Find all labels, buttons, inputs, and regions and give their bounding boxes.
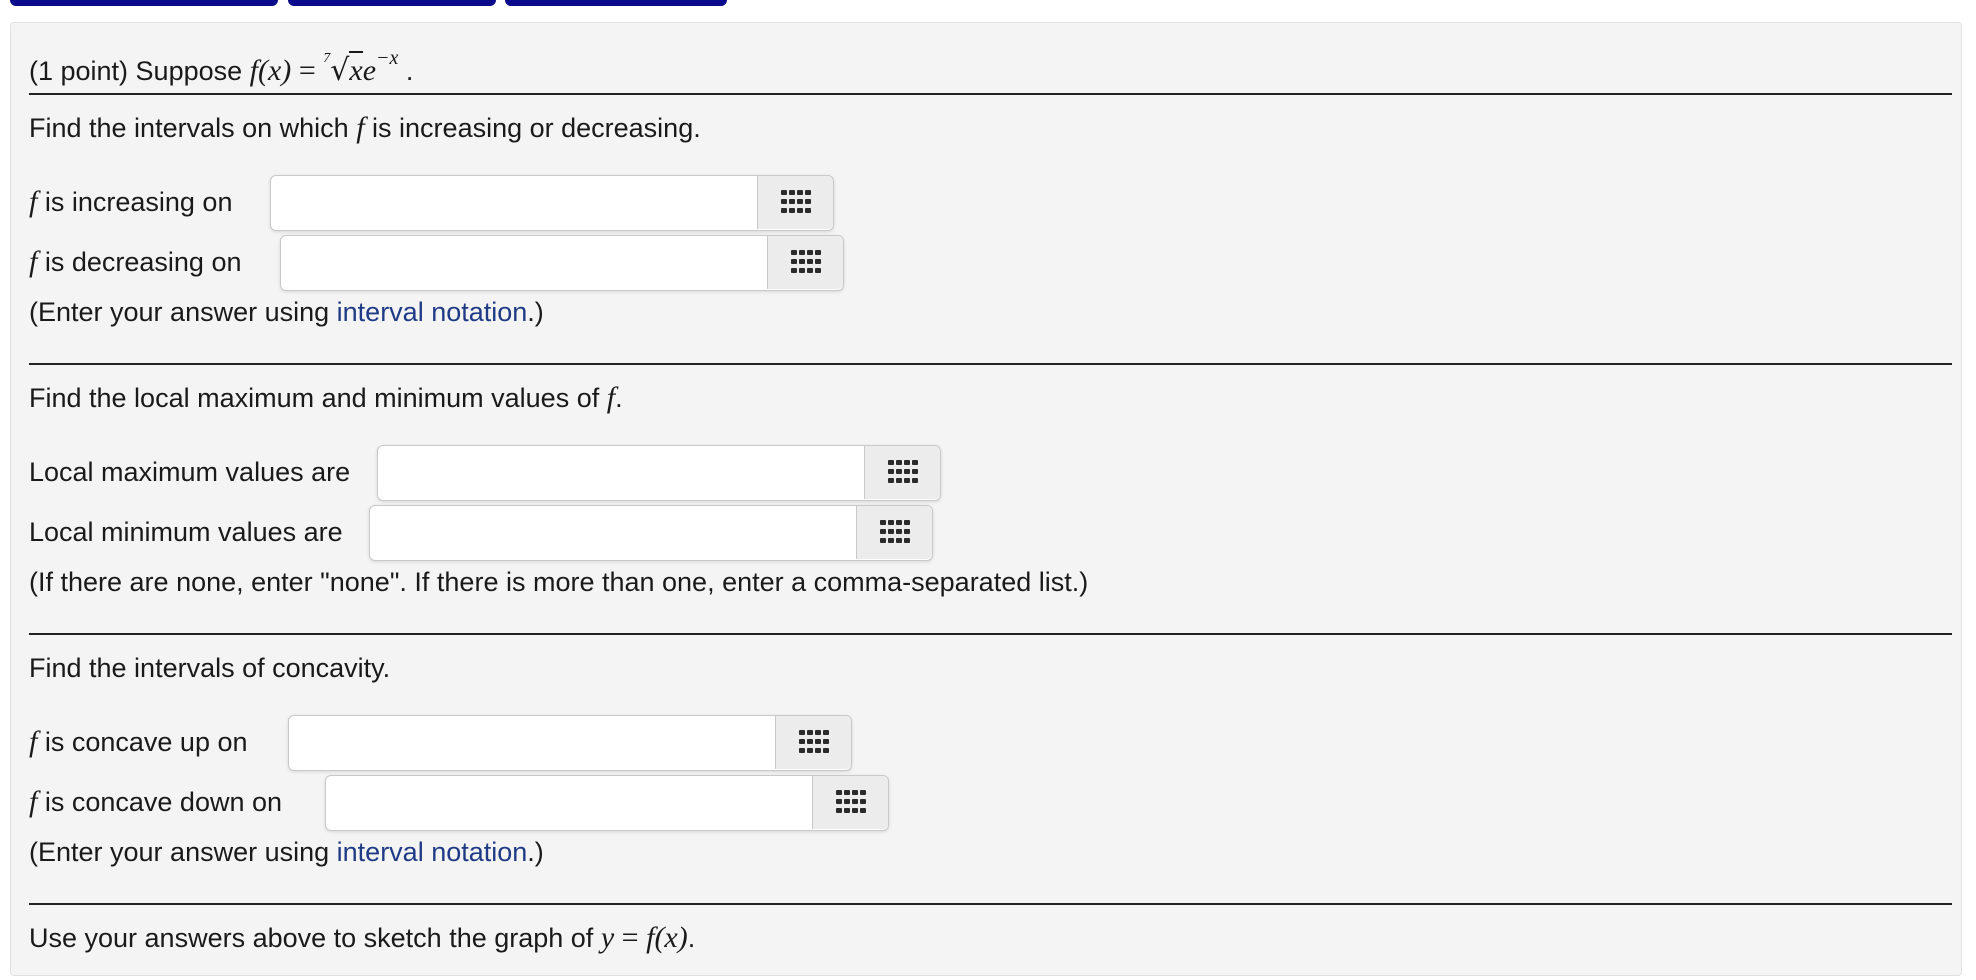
- section4-y: y: [600, 921, 615, 954]
- section3-note: (Enter your answer using interval notati…: [29, 835, 544, 869]
- equation-palette-button[interactable]: [757, 176, 833, 229]
- section3-intro: Find the intervals of concavity.: [29, 651, 390, 685]
- section3-note-suffix: .): [527, 837, 544, 867]
- interval-notation-link[interactable]: interval notation: [337, 837, 528, 867]
- increasing-answer-field: [270, 175, 834, 231]
- problem-statement: (1 point) Suppose f(x) = 7√xe−x .: [29, 41, 413, 88]
- section1-note: (Enter your answer using interval notati…: [29, 295, 544, 329]
- concave-down-label: f is concave down on: [29, 785, 282, 819]
- section4-text: Use your answers above to sketch the gra…: [29, 921, 695, 955]
- increasing-input[interactable]: [271, 176, 757, 229]
- section1-intro-suffix: is increasing or decreasing.: [372, 113, 701, 143]
- concave-down-answer-field: [325, 775, 889, 831]
- local-max-input[interactable]: [378, 446, 864, 499]
- increasing-label-text: is increasing on: [44, 187, 233, 217]
- local-max-label-text: Local maximum values are: [29, 457, 351, 487]
- top-nav-button-3[interactable]: [505, 0, 727, 6]
- divider-3: [29, 633, 1952, 635]
- equation-palette-icon: [791, 250, 821, 273]
- decreasing-answer-field: [280, 235, 844, 291]
- section4-prefix: Use your answers above to sketch the gra…: [29, 923, 594, 953]
- section4-rhs: f(x): [646, 921, 688, 954]
- concave-up-input[interactable]: [289, 716, 775, 769]
- exponent: −x: [376, 47, 399, 69]
- concave-up-label-text: is concave up on: [44, 727, 248, 757]
- divider-4: [29, 903, 1952, 905]
- concave-up-symbol: f: [29, 725, 38, 758]
- section3-intro-text: Find the intervals of concavity.: [29, 653, 391, 683]
- section2-note-text: (If there are none, enter "none". If the…: [29, 567, 1089, 597]
- top-nav-button-2[interactable]: [288, 0, 496, 6]
- statement-end: .: [405, 56, 414, 86]
- equals-sign: =: [298, 54, 316, 87]
- decreasing-input[interactable]: [281, 236, 767, 289]
- decreasing-symbol: f: [29, 245, 38, 278]
- local-min-input[interactable]: [370, 506, 856, 559]
- equation-palette-button[interactable]: [812, 776, 888, 829]
- local-max-label: Local maximum values are: [29, 455, 350, 489]
- section1-intro-prefix: Find the intervals on which: [29, 113, 349, 143]
- concave-up-label: f is concave up on: [29, 725, 248, 759]
- equation-palette-icon: [799, 730, 829, 753]
- concave-down-label-text: is concave down on: [44, 787, 283, 817]
- section4-end: .: [687, 923, 696, 953]
- problem-panel: (1 point) Suppose f(x) = 7√xe−x . Find t…: [10, 22, 1962, 976]
- section1-note-suffix: .): [527, 297, 544, 327]
- section4-equals: =: [621, 921, 639, 954]
- section1-note-prefix: (Enter your answer using: [29, 297, 330, 327]
- section2-note: (If there are none, enter "none". If the…: [29, 565, 1088, 599]
- equation-palette-button[interactable]: [856, 506, 932, 559]
- local-min-label: Local minimum values are: [29, 515, 343, 549]
- radicand: x: [349, 51, 363, 87]
- concave-down-symbol: f: [29, 785, 38, 818]
- equation-palette-icon: [836, 790, 866, 813]
- equation-palette-button[interactable]: [767, 236, 843, 289]
- local-min-answer-field: [369, 505, 933, 561]
- divider-1: [29, 93, 1952, 95]
- increasing-symbol: f: [29, 185, 38, 218]
- section1-intro-symbol: f: [356, 111, 365, 144]
- equation-palette-icon: [781, 190, 811, 213]
- interval-notation-link[interactable]: interval notation: [337, 297, 528, 327]
- function-lhs: f(x): [249, 54, 292, 87]
- local-max-answer-field: [377, 445, 941, 501]
- section2-intro: Find the local maximum and minimum value…: [29, 381, 623, 415]
- points-label: (1 point) Suppose: [29, 56, 243, 86]
- section2-intro-suffix: .: [615, 383, 623, 413]
- section2-intro-prefix: Find the local maximum and minimum value…: [29, 383, 600, 413]
- equation-palette-icon: [888, 460, 918, 483]
- decreasing-label-text: is decreasing on: [44, 247, 242, 277]
- section3-note-prefix: (Enter your answer using: [29, 837, 330, 867]
- concave-up-answer-field: [288, 715, 852, 771]
- divider-2: [29, 363, 1952, 365]
- equation-palette-button[interactable]: [864, 446, 940, 499]
- concave-down-input[interactable]: [326, 776, 812, 829]
- increasing-label: f is increasing on: [29, 185, 232, 219]
- radical-sign: √: [330, 53, 350, 88]
- exp-base: e: [362, 54, 377, 87]
- equation-palette-icon: [880, 520, 910, 543]
- decreasing-label: f is decreasing on: [29, 245, 241, 279]
- top-nav-button-1[interactable]: [10, 0, 278, 6]
- section1-intro: Find the intervals on which f is increas…: [29, 111, 701, 145]
- equation-palette-button[interactable]: [775, 716, 851, 769]
- section2-intro-symbol: f: [606, 381, 616, 414]
- local-min-label-text: Local minimum values are: [29, 517, 343, 547]
